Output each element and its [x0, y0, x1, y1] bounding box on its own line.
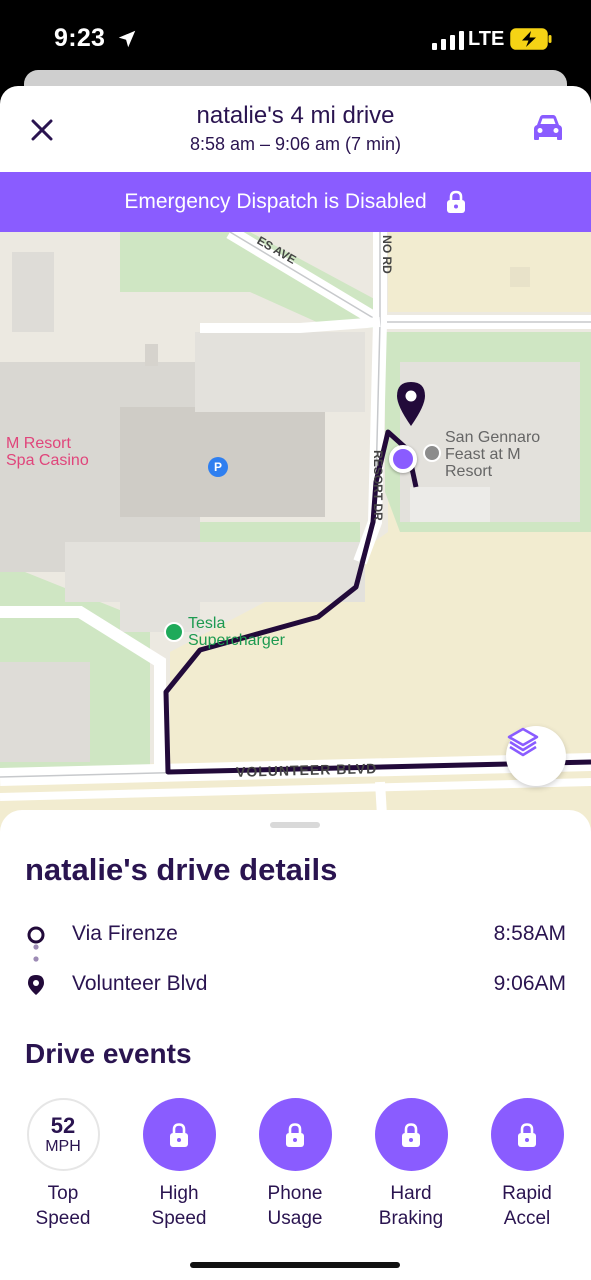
rapid-accel-label: Rapid Accel — [502, 1183, 552, 1229]
map-label-resort-dr: RESORT DR — [370, 450, 385, 521]
phone-usage-label: Phone Usage — [267, 1183, 323, 1229]
home-indicator[interactable] — [190, 1262, 400, 1268]
top-speed-unit: MPH — [45, 1137, 81, 1155]
top-speed-badge: 52 MPH — [26, 1098, 100, 1171]
event-phone-usage: Phone Usage — [245, 1098, 345, 1231]
top-speed-value: 52 — [50, 1112, 76, 1138]
map-canvas — [0, 232, 591, 832]
status-bar: 9:23 LTE — [0, 0, 591, 80]
event-hard-braking: Hard Braking — [361, 1098, 461, 1231]
rapid-accel-button[interactable] — [490, 1098, 564, 1171]
map-label-gennaro: San Gennaro Feast at M Resort — [445, 429, 541, 480]
start-point-marker — [389, 445, 417, 473]
map-layers-button[interactable] — [506, 726, 566, 786]
status-time: 9:23 — [54, 24, 106, 52]
high-speed-label: High Speed — [151, 1183, 207, 1229]
map-label-no-rd: NO RD — [379, 235, 394, 274]
map-label-resort: M Resort Spa Casino — [6, 435, 89, 469]
banner-text: Emergency Dispatch is Disabled — [124, 190, 427, 213]
car-icon[interactable] — [530, 112, 566, 146]
hard-braking-label: Hard Braking — [378, 1183, 444, 1229]
stop-start: Via Firenze 8:58AM — [0, 920, 591, 950]
route-map[interactable]: P M Resort Spa Casino San Gennaro Feast … — [0, 232, 591, 832]
phone-usage-button[interactable] — [258, 1098, 332, 1171]
end-location: Volunteer Blvd — [72, 972, 208, 995]
lock-icon — [446, 190, 465, 213]
lock-icon — [170, 1122, 188, 1147]
lock-icon — [518, 1122, 536, 1147]
route-dots — [33, 944, 39, 962]
event-rapid-accel: Rapid Accel — [477, 1098, 577, 1231]
location-pin-icon — [28, 975, 44, 995]
start-time: 8:58AM — [493, 922, 566, 945]
charger-icon — [164, 622, 184, 642]
details-title: natalie's drive details — [25, 852, 338, 887]
end-time: 9:06AM — [493, 972, 566, 995]
location-arrow-icon — [118, 30, 136, 48]
lock-icon — [286, 1122, 304, 1147]
drive-title: natalie's 4 mi drive — [196, 102, 395, 129]
battery-charging-icon — [510, 28, 552, 50]
lock-icon — [402, 1122, 420, 1147]
emergency-dispatch-banner[interactable]: Emergency Dispatch is Disabled — [0, 172, 591, 232]
drive-time-range: 8:58 am – 9:06 am (7 min) — [189, 134, 402, 154]
event-high-speed: High Speed — [129, 1098, 229, 1231]
destination-pin-icon — [397, 382, 425, 426]
event-top-speed: 52 MPH Top Speed — [13, 1098, 113, 1231]
start-location: Via Firenze — [72, 922, 178, 945]
hard-braking-button[interactable] — [374, 1098, 448, 1171]
sheet-grabber[interactable] — [270, 822, 320, 828]
poi-marker-icon — [423, 444, 441, 462]
events-title: Drive events — [25, 1038, 192, 1069]
signal-icon — [432, 31, 464, 50]
high-speed-button[interactable] — [142, 1098, 216, 1171]
drive-header: natalie's 4 mi drive 8:58 am – 9:06 am (… — [0, 86, 591, 172]
stop-end: Volunteer Blvd 9:06AM — [0, 970, 591, 1000]
map-label-tesla: Tesla Supercharger — [188, 615, 285, 649]
network-type: LTE — [468, 28, 505, 50]
layers-icon — [507, 727, 539, 757]
top-speed-label: Top Speed — [35, 1183, 91, 1229]
parking-icon: P — [208, 457, 228, 477]
drive-details-sheet: natalie's drive details Via Firenze 8:58… — [0, 810, 591, 1280]
